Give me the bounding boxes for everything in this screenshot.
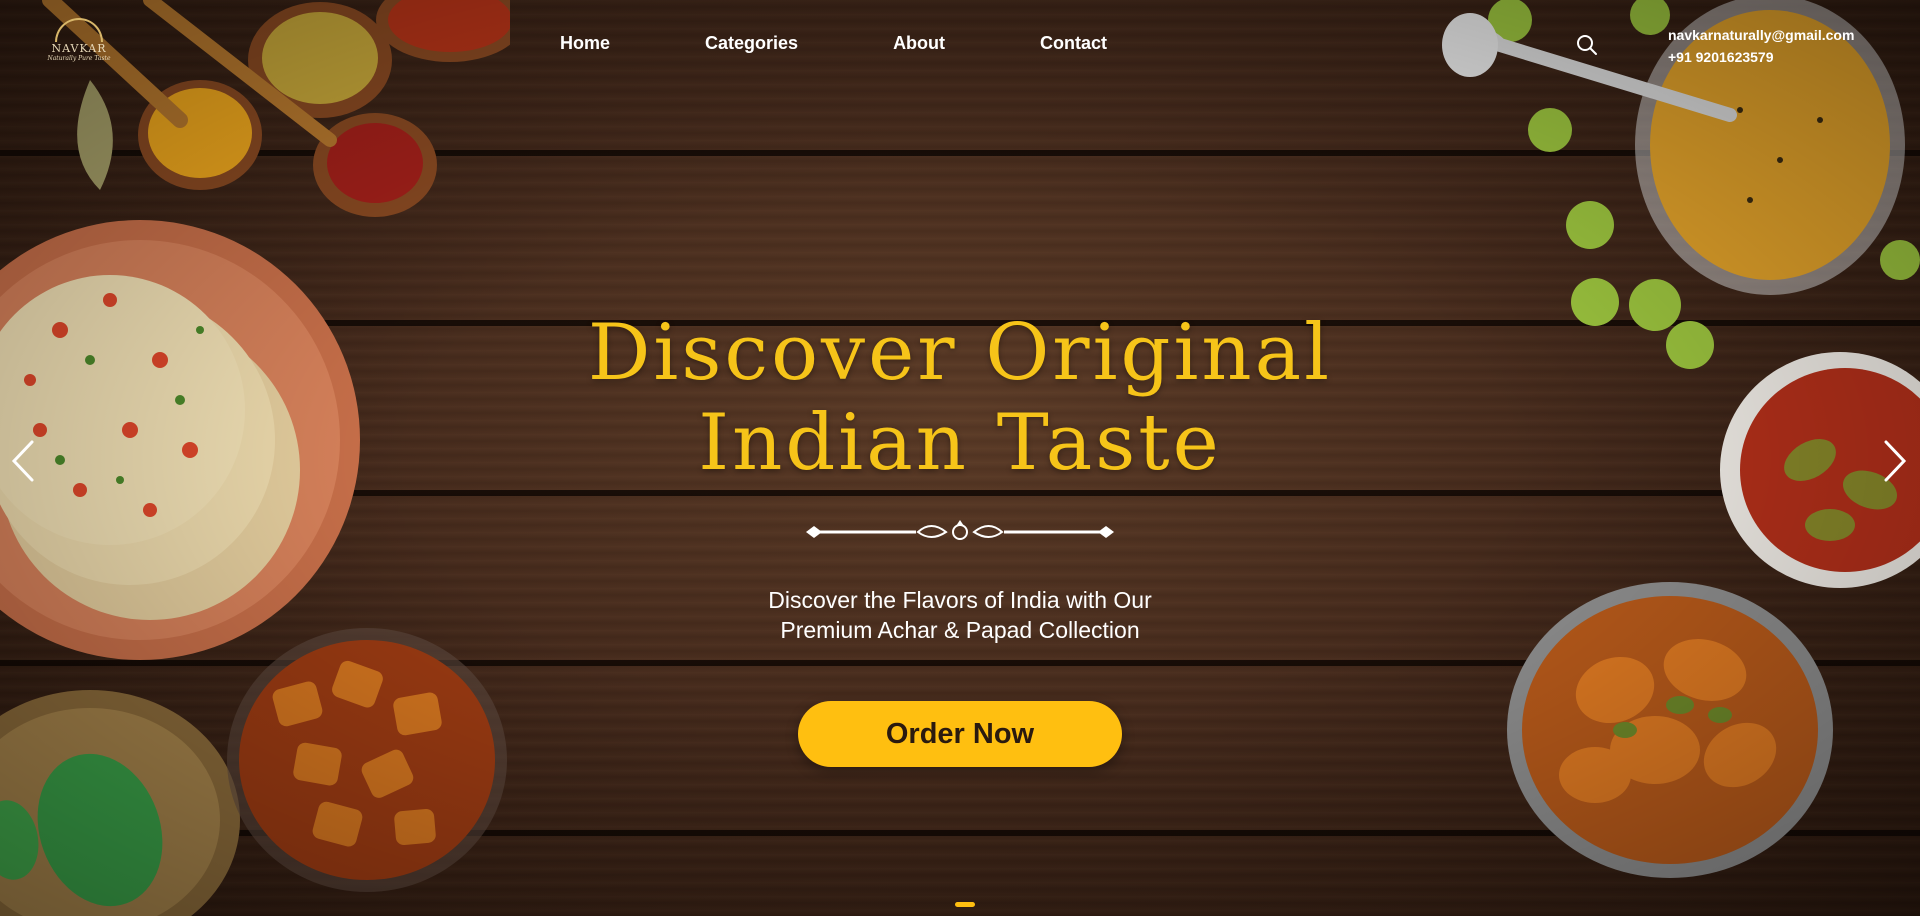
contact-email[interactable]: navkarnaturally@gmail.com (1668, 24, 1854, 46)
hero-subtitle-line-1: Discover the Flavors of India with Our (768, 587, 1152, 613)
mango-basket-image (0, 690, 240, 916)
papad-plate-image (0, 220, 360, 660)
hero-title: Discover Original Indian Taste (460, 308, 1460, 488)
nav-about[interactable]: About (893, 33, 945, 54)
hero-title-line-1: Discover Original (587, 308, 1333, 398)
order-now-button[interactable]: Order Now (798, 701, 1122, 767)
contact-info: navkarnaturally@gmail.com +91 9201623579 (1668, 24, 1854, 68)
nav-contact[interactable]: Contact (1040, 33, 1107, 54)
chevron-left-icon[interactable] (10, 438, 36, 484)
carousel-indicator-active[interactable] (955, 902, 975, 907)
brand-tagline: Naturally Pure Taste (47, 55, 111, 62)
hero-title-line-2: Indian Taste (698, 398, 1222, 488)
hero-subtitle: Discover the Flavors of India with Our P… (660, 585, 1260, 645)
logo-arc-icon (55, 18, 103, 42)
pickle-plate-image (1507, 582, 1833, 878)
main-nav: Home Categories About Contact (560, 33, 1202, 54)
chevron-right-icon[interactable] (1882, 438, 1908, 484)
brand-name: NAVKAR (51, 42, 107, 55)
nav-categories[interactable]: Categories (705, 33, 798, 54)
hero-subtitle-line-2: Premium Achar & Papad Collection (780, 617, 1140, 643)
brand-logo[interactable]: NAVKAR Naturally Pure Taste (46, 18, 112, 70)
ornamental-divider-icon (806, 520, 1114, 540)
search-icon[interactable] (1576, 34, 1598, 56)
nav-home[interactable]: Home (560, 33, 610, 54)
mango-pickle-bowl-image (227, 628, 507, 892)
contact-phone[interactable]: +91 9201623579 (1668, 46, 1854, 68)
